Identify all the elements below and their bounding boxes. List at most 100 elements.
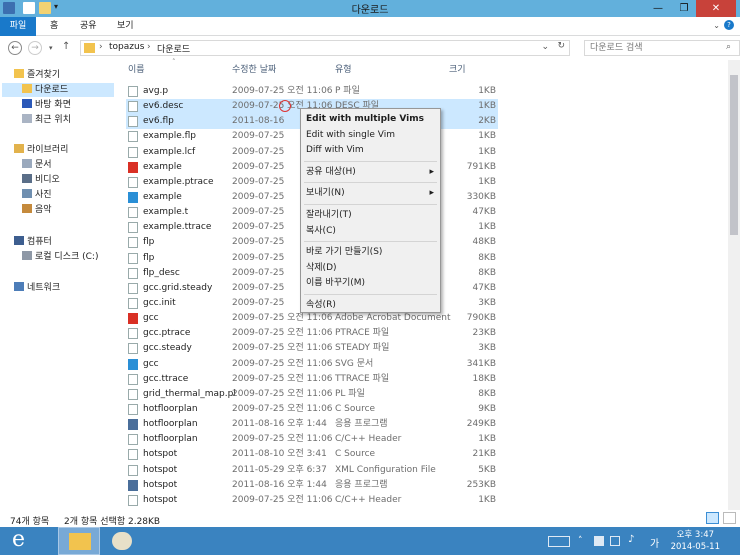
taskbar-clock[interactable]: 오후 3:47 2014-05-11 xyxy=(671,529,720,553)
recent-locations-icon[interactable]: ▾ xyxy=(49,44,53,52)
context-menu-item[interactable]: 복사(C) xyxy=(305,224,436,239)
file-row[interactable]: hotfloorplan 2009-07-25 오전 11:06 C Source 9… xyxy=(126,402,498,417)
file-row[interactable]: hotspot 2011-08-10 오전 3:41 C Source 21KB xyxy=(126,447,498,462)
tab-view[interactable]: 보기 xyxy=(111,17,140,36)
document-file-icon xyxy=(128,388,138,400)
context-menu-item[interactable]: 보내기(N) ▸ xyxy=(305,186,436,201)
file-size: 1KB xyxy=(478,222,496,233)
nav-libraries[interactable]: 라이브러리 xyxy=(14,143,68,157)
ie-file-icon xyxy=(128,191,138,203)
downloads-folder-icon xyxy=(22,84,32,93)
file-row[interactable]: gcc.ttrace 2009-07-25 오전 11:06 TTRACE 파일 18… xyxy=(126,372,498,387)
column-date[interactable]: 수정한 날짜 xyxy=(232,63,276,77)
ie-taskbar-icon[interactable]: e xyxy=(12,527,54,555)
file-row[interactable]: gcc.steady 2009-07-25 오전 11:06 STEADY 파일 3K… xyxy=(126,341,498,356)
action-center-icon[interactable] xyxy=(594,536,604,546)
file-date: 2009-07-25 오전 11:06 xyxy=(232,403,333,414)
file-name: flp_desc xyxy=(143,267,180,278)
context-menu-item[interactable]: 공유 대상(H) ▸ xyxy=(305,165,436,180)
breadcrumb-user[interactable]: topazus xyxy=(109,42,144,52)
chevron-right-icon[interactable]: › xyxy=(99,42,103,52)
file-size: 18KB xyxy=(472,373,496,384)
details-view-icon[interactable] xyxy=(706,512,719,524)
column-type[interactable]: 유형 xyxy=(335,63,352,77)
nav-videos[interactable]: 비디오 xyxy=(22,173,60,187)
search-icon[interactable]: ⌕ xyxy=(726,42,731,52)
file-row[interactable]: gcc 2009-07-25 오전 11:06 Adobe Acrobat Docu… xyxy=(126,311,498,326)
context-menu-item[interactable]: 속성(R) xyxy=(305,298,436,313)
file-row[interactable]: hotfloorplan 2009-07-25 오전 11:06 C/C++ Hea… xyxy=(126,432,498,447)
close-button[interactable]: ✕ xyxy=(696,0,736,17)
nav-computer[interactable]: 컴퓨터 xyxy=(14,235,52,249)
nav-downloads[interactable]: 다운로드 xyxy=(22,83,68,97)
document-file-icon xyxy=(128,146,138,158)
file-size: 5KB xyxy=(478,464,496,475)
search-input[interactable]: 다운로드 검색 xyxy=(584,40,740,56)
file-row[interactable]: gcc.ptrace 2009-07-25 오전 11:06 PTRACE 파일 23… xyxy=(126,326,498,341)
paint-taskbar-icon[interactable] xyxy=(106,527,148,555)
tab-home[interactable]: 홈 xyxy=(44,17,64,36)
context-menu-item[interactable]: 잘라내기(T) xyxy=(305,208,436,223)
tab-file[interactable]: 파일 xyxy=(0,17,36,36)
up-button[interactable]: ↑ xyxy=(62,41,70,52)
clock-date: 2014-05-11 xyxy=(670,542,720,552)
ime-indicator[interactable]: 가 xyxy=(650,535,659,550)
file-row[interactable]: grid_thermal_map.pl 2009-07-25 오전 11:06 PL… xyxy=(126,387,498,402)
document-file-icon xyxy=(128,116,138,128)
minimize-button[interactable]: — xyxy=(646,0,670,17)
network-tray-icon[interactable] xyxy=(610,536,620,546)
chevron-down-icon[interactable]: ⌄ xyxy=(541,42,549,52)
refresh-icon[interactable]: ↻ xyxy=(557,41,565,51)
file-row[interactable]: hotspot 2009-07-25 오전 11:06 C/C++ Header 1K… xyxy=(126,493,498,508)
tab-share[interactable]: 공유 xyxy=(74,17,103,36)
nav-local-disk[interactable]: 로컬 디스크 (C:) xyxy=(22,250,98,264)
cursor-highlight xyxy=(279,100,291,112)
context-menu-item[interactable]: Edit with multiple Vims xyxy=(305,112,436,127)
nav-network[interactable]: 네트워크 xyxy=(14,281,60,295)
chevron-down-icon[interactable]: ⌄ xyxy=(713,21,720,30)
file-size: 2KB xyxy=(478,116,496,127)
file-row[interactable]: hotspot 2011-05-29 오후 6:37 XML Configurati… xyxy=(126,463,498,478)
address-bar[interactable]: › topazus › 다운로드 ⌄ ↻ xyxy=(80,40,570,56)
file-date: 2009-07-25 오전 11:06 xyxy=(232,388,333,399)
file-row[interactable]: avg.p 2009-07-25 오전 11:06 P 파일 1KB xyxy=(126,84,498,99)
status-bar: 74개 항목 2개 항목 선택함 2.28KB xyxy=(0,510,740,527)
chevron-right-icon[interactable]: › xyxy=(147,42,151,52)
document-file-icon xyxy=(128,207,138,219)
nav-documents[interactable]: 문서 xyxy=(22,158,52,172)
file-date: 2009-07-25 오전 11:06 xyxy=(232,86,333,96)
forward-button[interactable]: → xyxy=(28,41,42,55)
volume-icon[interactable]: ♪ xyxy=(628,534,634,545)
file-size: 3KB xyxy=(478,297,496,308)
keyboard-icon[interactable] xyxy=(548,536,570,547)
nav-pictures[interactable]: 사진 xyxy=(22,188,52,202)
ie-file-icon xyxy=(128,358,138,370)
context-menu-item[interactable]: 삭제(D) xyxy=(305,261,436,276)
column-size[interactable]: 크기 xyxy=(449,63,466,77)
file-type: P 파일 xyxy=(335,86,360,96)
context-menu-item[interactable]: 바로 가기 만들기(S) xyxy=(305,245,436,260)
large-icons-view-icon[interactable] xyxy=(723,512,736,524)
maximize-button[interactable]: ❐ xyxy=(672,0,696,17)
explorer-taskbar-button[interactable] xyxy=(58,527,100,555)
nav-favorites[interactable]: 즐겨찾기 xyxy=(14,68,60,82)
nav-recent[interactable]: 최근 위치 xyxy=(22,113,71,127)
file-name: gcc.grid.steady xyxy=(143,282,213,293)
column-name[interactable]: 이름 xyxy=(128,63,145,77)
nav-music[interactable]: 음악 xyxy=(22,203,52,217)
back-button[interactable]: ← xyxy=(8,41,22,55)
chevron-up-icon[interactable]: ˄ xyxy=(578,536,583,546)
context-menu-item[interactable]: Edit with single Vim xyxy=(305,128,436,143)
menu-item-label: 이름 바꾸기(M) xyxy=(306,278,366,289)
file-date: 2009-07-25 xyxy=(232,252,285,263)
context-menu-item[interactable]: 이름 바꾸기(M) xyxy=(305,276,436,291)
scrollbar-thumb[interactable] xyxy=(730,75,738,235)
help-icon[interactable]: ? xyxy=(724,20,734,30)
file-row[interactable]: hotspot 2011-08-16 오후 1:44 응용 프로그램 253KB xyxy=(126,478,498,493)
nav-desktop[interactable]: 바탕 화면 xyxy=(22,98,71,112)
menu-item-label: Edit with multiple Vims xyxy=(306,114,425,124)
breadcrumb-folder[interactable]: 다운로드 xyxy=(157,42,190,55)
context-menu-item[interactable]: Diff with Vim xyxy=(305,143,436,158)
file-row[interactable]: gcc 2009-07-25 오전 11:06 SVG 문서 341KB xyxy=(126,357,498,372)
file-row[interactable]: hotfloorplan 2011-08-16 오후 1:44 응용 프로그램 249… xyxy=(126,417,498,432)
